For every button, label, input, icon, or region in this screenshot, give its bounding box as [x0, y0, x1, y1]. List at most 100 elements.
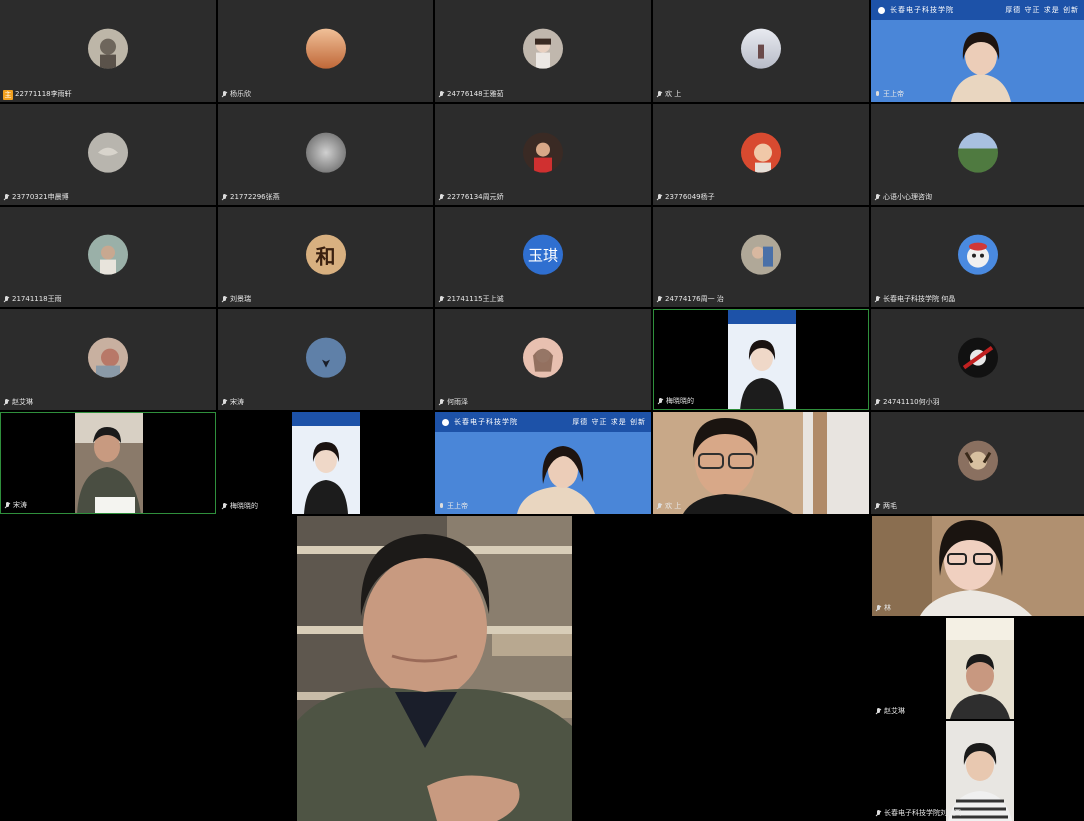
- school-seal-icon: [876, 4, 887, 16]
- mic-active-icon: [438, 502, 445, 511]
- tile-22771118李雨轩[interactable]: 主 22771118李雨轩: [0, 0, 216, 102]
- school-name: 长春电子科技学院: [454, 418, 518, 426]
- tile-24741110何小羽[interactable]: 24741110何小羽: [871, 309, 1084, 410]
- participant-label: 宋涛: [4, 500, 27, 511]
- mic-muted-icon: [875, 809, 882, 818]
- participant-video-feed: [946, 618, 1014, 719]
- tile-22776134周元娇[interactable]: 22776134周元娇: [435, 104, 651, 205]
- mic-muted-icon: [438, 398, 445, 407]
- mic-muted-icon: [3, 398, 10, 407]
- tile-梅晓晓-video[interactable]: 梅晓晓的: [653, 309, 869, 410]
- tile-23770321申晨博[interactable]: 23770321申晨博: [0, 104, 216, 205]
- participant-video-feed: [872, 516, 1084, 616]
- mic-muted-icon: [438, 193, 445, 202]
- avatar-photo-icon: [100, 38, 116, 69]
- tile-杨乐欣[interactable]: 杨乐欣: [218, 0, 433, 102]
- tile-宋涛-video[interactable]: 宋涛: [0, 412, 216, 514]
- participant-label: 23776049杨子: [656, 192, 715, 203]
- tile-23776049杨子[interactable]: 23776049杨子: [653, 104, 869, 205]
- tile-欢上[interactable]: 欢 上: [653, 0, 869, 102]
- mic-muted-icon: [656, 502, 663, 511]
- school-banner: 长春电子科技学院 厚德 守正 求是 创新: [871, 0, 1084, 20]
- mic-muted-icon: [874, 193, 881, 202]
- presenter-video: [740, 340, 784, 409]
- avatar-photo-icon: [533, 348, 553, 372]
- avatar: [523, 28, 563, 69]
- participant-label: 24774176周一 治: [656, 294, 724, 305]
- tile-王上帝-video[interactable]: 长春电子科技学院 厚德 守正 求是 创新 王上帝: [871, 0, 1084, 102]
- participant-label: 24776148王雅茹: [438, 89, 504, 100]
- avatar: [741, 234, 781, 275]
- participant-label: 欢 上: [656, 89, 681, 100]
- tile-王上帝2-video[interactable]: 长春电子科技学院 厚德 守正 求是 创新 王上帝: [435, 412, 651, 514]
- avatar: [523, 132, 563, 173]
- school-banner: 长春电子科技学院 厚德 守正 求是 创新: [435, 412, 651, 432]
- avatar: [741, 28, 781, 69]
- tile-21741115王上诚[interactable]: 玉琪 21741115王上诚: [435, 207, 651, 307]
- mic-muted-icon: [3, 295, 10, 304]
- side-tile-赵艾琳[interactable]: 赵艾琳: [872, 618, 1084, 719]
- participant-label: 杨乐欣: [221, 89, 251, 100]
- side-tile-长春电子科技学院刘圆圆[interactable]: 长春电子科技学院刘圆圆: [872, 721, 1084, 821]
- participant-label: 21772296张燕: [221, 192, 280, 203]
- tile-两毛[interactable]: 两毛: [871, 412, 1084, 514]
- participant-label: 宋涛: [221, 397, 244, 408]
- main-speaker-video[interactable]: [297, 516, 572, 821]
- avatar: [88, 28, 128, 69]
- avatar: [957, 234, 998, 275]
- avatar: [741, 132, 781, 173]
- participant-label: 21741118王雨: [3, 294, 62, 305]
- participant-video-feed: [946, 721, 1014, 821]
- host-icon: 主: [3, 89, 13, 100]
- presenter-video: [653, 412, 869, 514]
- avatar: 玉琪: [523, 234, 563, 275]
- participant-video: [75, 413, 143, 513]
- participant-label: 21741115王上诚: [438, 294, 504, 305]
- mic-muted-icon: [874, 502, 881, 511]
- school-name: 长春电子科技学院: [890, 6, 954, 14]
- presenter-video: [304, 442, 348, 514]
- mic-muted-icon: [875, 707, 882, 716]
- mic-muted-icon: [3, 193, 10, 202]
- school-motto: 厚德 守正 求是 创新: [1005, 6, 1079, 14]
- tile-21772296张燕[interactable]: 21772296张燕: [218, 104, 433, 205]
- avatar-photo-icon: [754, 143, 772, 173]
- mic-muted-icon: [221, 295, 228, 304]
- avatar: [523, 337, 563, 378]
- participant-label: 长春电子科技学院刘圆圆: [875, 808, 961, 819]
- participant-label: 主 22771118李雨轩: [3, 89, 72, 100]
- tile-21741118王雨[interactable]: 21741118王雨: [0, 207, 216, 307]
- tile-心语小心理[interactable]: 心语小心理咨询: [871, 104, 1084, 205]
- tile-刘景瑞[interactable]: 和 刘景瑞: [218, 207, 433, 307]
- avatar-photo-icon: [535, 38, 551, 69]
- tile-宋涛[interactable]: 宋涛: [218, 309, 433, 410]
- mic-muted-icon: [875, 604, 882, 613]
- avatar: [305, 28, 346, 69]
- avatar: 和: [305, 234, 346, 275]
- tile-长春电子科技学院-何晶[interactable]: 长春电子科技学院 何晶: [871, 207, 1084, 307]
- avatar-photo-icon: [964, 451, 991, 470]
- eagle-icon: [309, 353, 342, 368]
- participant-label: 王上帝: [438, 501, 468, 512]
- mic-muted-icon: [438, 295, 445, 304]
- tile-24776148王雅茹[interactable]: 24776148王雅茹: [435, 0, 651, 102]
- avatar-photo-icon: [758, 44, 764, 59]
- tile-赵艾琳[interactable]: 赵艾琳: [0, 309, 216, 410]
- tile-梅晓晓2-video[interactable]: 梅晓晓的: [218, 412, 433, 514]
- side-tile-林[interactable]: 林: [872, 516, 1084, 616]
- tile-欢上-video[interactable]: 欢 上: [653, 412, 869, 514]
- avatar: [88, 132, 128, 173]
- school-seal-icon: [440, 416, 451, 428]
- avatar: [88, 337, 128, 378]
- tile-何雨泽[interactable]: 何雨泽: [435, 309, 651, 410]
- mic-muted-icon: [874, 398, 881, 407]
- participant-label: 22776134周元娇: [438, 192, 504, 203]
- avatar: [88, 234, 128, 275]
- avatar: [957, 440, 998, 481]
- avatar-photo-icon: [100, 245, 116, 275]
- participant-video: [728, 310, 796, 409]
- mic-active-icon: [874, 90, 881, 99]
- tile-24774176周一[interactable]: 24774176周一 治: [653, 207, 869, 307]
- participant-label: 赵艾琳: [3, 397, 33, 408]
- school-motto: 厚德 守正 求是 创新: [572, 418, 646, 426]
